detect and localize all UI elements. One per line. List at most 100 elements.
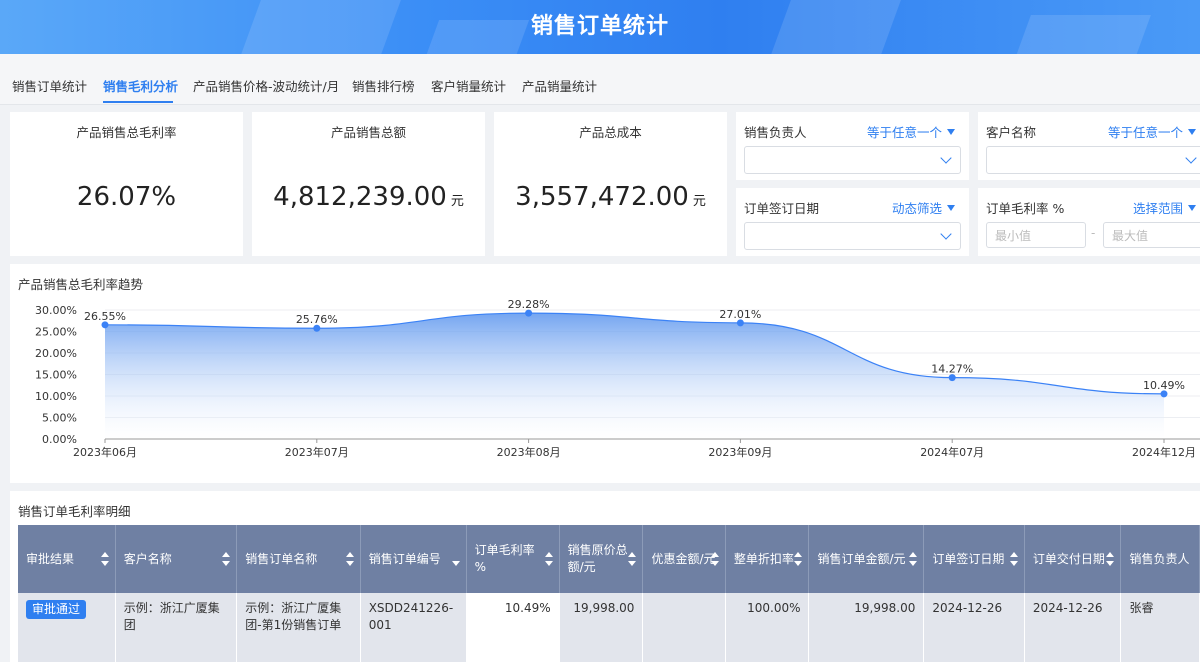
kpi-title: 产品总成本: [579, 125, 642, 140]
filter-mode-dropdown[interactable]: 选择范围: [1133, 198, 1196, 217]
range-separator: -: [1091, 226, 1096, 240]
cell-order-amount: 19,998.00: [808, 593, 925, 662]
col-header-original-total[interactable]: 销售原价总 额/元: [559, 525, 644, 593]
filter-margin-range: 订单毛利率 % 选择范围 最小值 - 最大值: [978, 188, 1200, 256]
col-header-discount-amount[interactable]: 优惠金额/元: [642, 525, 726, 593]
trend-chart: 30.00% 25.00% 20.00% 15.00% 10.00% 5.00% 0.00%…: [35, 298, 1200, 459]
y-tick-label: 10.00%: [35, 390, 77, 403]
x-tick-label: 2023年08月: [497, 445, 561, 459]
col-header-sales-rep[interactable]: 销售负责人: [1120, 525, 1200, 593]
sort-icon: [100, 552, 109, 566]
filter-sign-date: 订单签订日期 动态筛选: [736, 188, 969, 256]
col-header-order-name[interactable]: 销售订单名称: [236, 525, 361, 593]
caret-down-icon: [1188, 205, 1196, 211]
margin-max-input[interactable]: 最大值: [1103, 222, 1200, 248]
filter-mode-label: 等于任意一个: [866, 125, 942, 140]
tab-customer-sales[interactable]: 客户销量统计: [431, 76, 506, 95]
cell-discount-rate: 100.00%: [725, 593, 810, 662]
sort-icon: [794, 552, 803, 566]
sign-date-select[interactable]: [744, 222, 961, 250]
filter-mode-label: 选择范围: [1132, 201, 1183, 216]
kpi-card-margin-rate: 产品销售总毛利率 26.07%: [10, 112, 243, 256]
col-header-margin[interactable]: 订单毛利率%: [466, 525, 560, 593]
cell-margin: 10.49%: [466, 593, 560, 662]
table-header-row: 审批结果 客户名称 销售订单名称 销售订单编号 订单毛利率% 销售原价总 额/元 …: [18, 525, 1200, 593]
filter-label: 销售负责人: [744, 125, 807, 140]
sales-rep-select[interactable]: [744, 146, 961, 174]
kpi-number: 26.07%: [76, 182, 177, 212]
header-banner: 销售订单统计: [0, 0, 1200, 54]
cell-order-no: XSDD241226-001: [360, 593, 467, 662]
sort-desc-icon: [451, 552, 460, 566]
kpi-value: 26.07%: [10, 182, 243, 212]
tab-sales-ranking[interactable]: 销售排行榜: [352, 76, 415, 95]
filter-mode-label: 等于任意一个: [1107, 125, 1183, 140]
sort-icon: [909, 552, 918, 566]
sort-icon: [345, 552, 354, 566]
cell-original-total: 19,998.00: [559, 593, 644, 662]
status-badge: 审批通过: [26, 600, 87, 619]
x-tick-label: 2023年06月: [73, 445, 137, 459]
chevron-down-icon: [940, 228, 952, 240]
x-tick-label: 2024年12月: [1132, 445, 1196, 459]
sort-icon: [1106, 552, 1115, 566]
y-tick-label: 0.00%: [42, 433, 77, 446]
cell-delivery-date: 2024-12-26: [1024, 593, 1122, 662]
data-label: 27.01%: [719, 308, 761, 321]
y-tick-label: 15.00%: [35, 369, 77, 382]
tab-product-price-fluctuation[interactable]: 产品销售价格-波动统计/月: [193, 76, 339, 95]
kpi-title: 产品销售总额: [330, 125, 406, 140]
filter-sales-rep: 销售负责人 等于任意一个: [736, 112, 969, 180]
x-tick-label: 2023年09月: [708, 445, 772, 459]
customer-select[interactable]: [986, 146, 1200, 174]
kpi-unit: 元: [692, 194, 706, 209]
kpi-number: 3,557,472.00: [515, 182, 689, 212]
tab-product-sales[interactable]: 产品销量统计: [522, 76, 597, 95]
kpi-unit: 元: [450, 194, 464, 209]
col-header-sign-date[interactable]: 订单签订日期: [923, 525, 1025, 593]
sort-icon: [1009, 552, 1018, 566]
filter-label: 客户名称: [986, 125, 1037, 140]
sort-icon: [710, 552, 719, 566]
x-tick-label: 2023年07月: [285, 445, 349, 459]
trend-chart-card: 产品销售总毛利率趋势 30.00% 25.00% 20.00% 15.00% 10.00…: [10, 264, 1200, 483]
data-label: 14.27%: [931, 363, 973, 376]
col-header-status[interactable]: 审批结果: [18, 525, 116, 593]
x-tick-label: 2024年07月: [920, 445, 984, 459]
filter-mode-dropdown[interactable]: 等于任意一个: [867, 122, 955, 141]
sort-icon: [222, 552, 231, 566]
chevron-down-icon: [940, 152, 952, 164]
cell-customer: 示例：浙江广厦集团: [115, 593, 238, 662]
col-header-order-amount[interactable]: 销售订单金额/元: [808, 525, 925, 593]
filter-mode-label: 动态筛选: [891, 201, 942, 216]
y-tick-label: 25.00%: [35, 326, 77, 339]
data-label: 26.55%: [84, 310, 126, 323]
tab-sales-order-stats[interactable]: 销售订单统计: [12, 76, 87, 95]
cell-sales-rep: 张睿: [1120, 593, 1200, 662]
y-tick-label: 30.00%: [35, 304, 77, 317]
kpi-value: 4,812,239.00 元: [252, 182, 485, 212]
filter-mode-dropdown[interactable]: 等于任意一个: [1108, 122, 1196, 141]
sort-icon: [628, 552, 637, 566]
col-header-delivery-date[interactable]: 订单交付日期: [1024, 525, 1122, 593]
y-tick-label: 5.00%: [42, 412, 77, 425]
chevron-down-icon: [1185, 152, 1197, 164]
kpi-card-total-cost: 产品总成本 3,557,472.00 元: [494, 112, 727, 256]
caret-down-icon: [1188, 129, 1196, 135]
col-header-customer[interactable]: 客户名称: [115, 525, 238, 593]
filter-mode-dropdown[interactable]: 动态筛选: [892, 198, 955, 217]
data-label: 25.76%: [296, 313, 338, 326]
col-header-discount-rate[interactable]: 整单折扣率: [725, 525, 810, 593]
y-tick-label: 20.00%: [35, 347, 77, 360]
table-row[interactable]: 审批通过 示例：浙江广厦集团 示例：浙江广厦集团-第1份销售订单 XSDD241…: [18, 593, 1200, 662]
margin-min-input[interactable]: 最小值: [986, 222, 1086, 248]
table-title: 销售订单毛利率明细: [18, 504, 131, 519]
filter-label: 订单签订日期: [744, 201, 820, 216]
caret-down-icon: [947, 205, 955, 211]
active-tab-indicator: [103, 101, 173, 103]
col-header-order-no[interactable]: 销售订单编号: [360, 525, 467, 593]
sort-icon: [544, 552, 553, 566]
data-label: 10.49%: [1143, 379, 1185, 392]
tab-sales-margin-analysis[interactable]: 销售毛利分析: [103, 76, 178, 95]
cell-sign-date: 2024-12-26: [923, 593, 1025, 662]
